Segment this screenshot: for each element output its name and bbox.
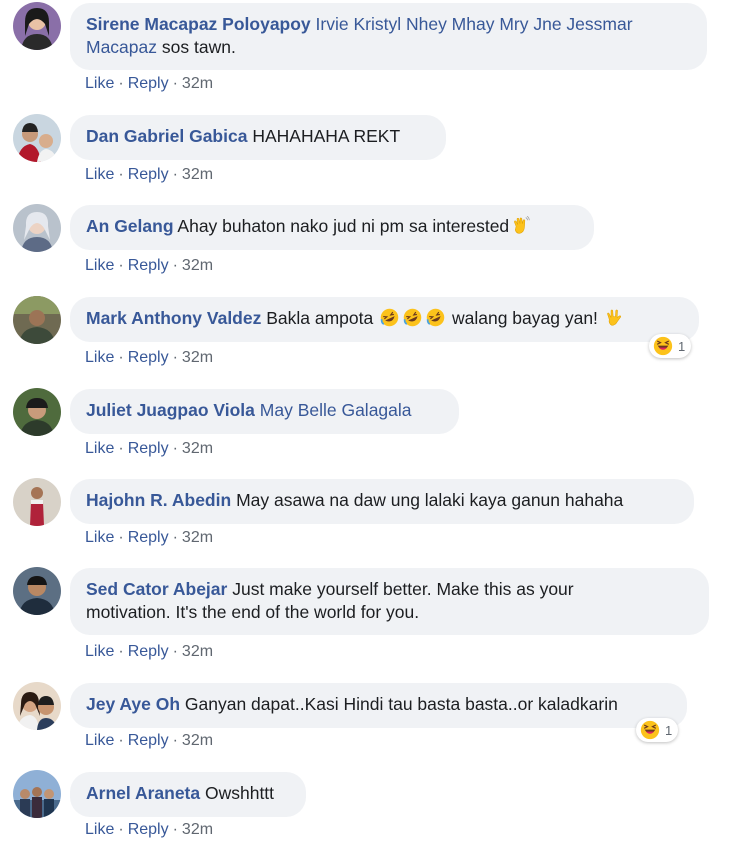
reaction-badge[interactable]: 1	[649, 334, 692, 358]
comment-text: May asawa na daw ung lalaki kaya ganun h…	[236, 490, 624, 510]
comment-actions: Like · Reply · 32m	[85, 821, 214, 838]
timestamp[interactable]: 32m	[182, 440, 213, 457]
timestamp[interactable]: 32m	[182, 75, 213, 92]
comment-bubble: Sirene Macapaz Poloyapoy Irvie Kristyl N…	[70, 3, 707, 70]
like-button[interactable]: Like	[85, 732, 114, 749]
author-name[interactable]: Dan Gabriel Gabica	[86, 126, 247, 146]
avatar[interactable]	[13, 388, 61, 436]
author-name[interactable]: Jey Aye Oh	[86, 694, 180, 714]
like-button[interactable]: Like	[85, 643, 114, 660]
comment-actions: Like · Reply · 32m	[85, 75, 214, 92]
timestamp[interactable]: 32m	[182, 643, 213, 660]
avatar[interactable]	[13, 204, 61, 252]
reaction-badge[interactable]: 1	[636, 718, 679, 742]
like-button[interactable]: Like	[85, 349, 114, 366]
comment-bubble: Jey Aye Oh Ganyan dapat..Kasi Hindi tau …	[70, 683, 687, 728]
comment-bubble: Arnel Araneta Owshhttt	[70, 772, 306, 817]
avatar[interactable]	[13, 478, 61, 526]
comment-text: Ganyan dapat..Kasi Hindi tau basta basta…	[184, 694, 618, 714]
comment-actions: Like · Reply · 32m	[85, 529, 214, 546]
rofl-emoji	[380, 308, 399, 327]
author-name[interactable]: Sirene Macapaz Poloyapoy	[86, 14, 311, 34]
comment-text: motivation. It's the end of the world fo…	[86, 602, 420, 622]
timestamp[interactable]: 32m	[182, 166, 213, 183]
rofl-emoji	[403, 308, 422, 327]
timestamp[interactable]: 32m	[182, 257, 213, 274]
comment-text: HAHAHAHA REKT	[252, 126, 401, 146]
reply-button[interactable]: Reply	[128, 732, 169, 749]
comment-bubble: Hajohn R. Abedin May asawa na daw ung la…	[70, 479, 694, 524]
author-name[interactable]: Arnel Araneta	[86, 783, 200, 803]
rofl-emoji	[426, 308, 445, 327]
comment-bubble: Sed Cator Abejar Just make yourself bett…	[70, 568, 709, 635]
comment-bubble: Mark Anthony Valdez Bakla ampota walang …	[70, 297, 699, 342]
haha-reaction-icon	[653, 336, 673, 356]
timestamp[interactable]: 32m	[182, 349, 213, 366]
reply-button[interactable]: Reply	[128, 529, 169, 546]
timestamp[interactable]: 32m	[182, 529, 213, 546]
reaction-count: 1	[665, 722, 673, 738]
like-button[interactable]: Like	[85, 440, 114, 457]
comment-bubble: Dan Gabriel Gabica HAHAHAHA REKT	[70, 115, 446, 160]
reply-button[interactable]: Reply	[128, 643, 169, 660]
avatar[interactable]	[13, 567, 61, 615]
reply-button[interactable]: Reply	[128, 257, 169, 274]
like-button[interactable]: Like	[85, 529, 114, 546]
waving-hand-emoji	[514, 216, 530, 234]
author-name[interactable]: Mark Anthony Valdez	[86, 308, 261, 328]
reply-button[interactable]: Reply	[128, 75, 169, 92]
comment-text: Just make yourself better. Make this as …	[232, 579, 574, 599]
comment-text: Ahay buhaton nako jud ni pm sa intereste…	[177, 216, 510, 236]
reaction-count: 1	[678, 338, 686, 354]
comment-actions: Like · Reply · 32m	[85, 732, 214, 749]
comment-actions: Like · Reply · 32m	[85, 349, 214, 366]
comment-text: walang bayag yan!	[447, 308, 603, 328]
like-button[interactable]: Like	[85, 75, 114, 92]
avatar[interactable]	[13, 2, 61, 50]
comment-actions: Like · Reply · 32m	[85, 643, 214, 660]
reply-button[interactable]: Reply	[128, 821, 169, 838]
reply-button[interactable]: Reply	[128, 349, 169, 366]
comment-actions: Like · Reply · 32m	[85, 166, 214, 183]
author-name[interactable]: An Gelang	[86, 216, 174, 236]
comment-text: sos tawn.	[157, 37, 236, 57]
avatar[interactable]	[13, 770, 61, 818]
like-button[interactable]: Like	[85, 257, 114, 274]
love-you-gesture-emoji	[607, 309, 621, 326]
tagged-user[interactable]: May Belle Galagala	[260, 400, 412, 420]
comment-text: Owshhttt	[204, 783, 275, 803]
author-name[interactable]: Hajohn R. Abedin	[86, 490, 231, 510]
like-button[interactable]: Like	[85, 821, 114, 838]
reply-button[interactable]: Reply	[128, 440, 169, 457]
timestamp[interactable]: 32m	[182, 732, 213, 749]
comment-bubble: Juliet Juagpao Viola May Belle Galagala	[70, 389, 459, 434]
author-name[interactable]: Sed Cator Abejar	[86, 579, 227, 599]
reply-button[interactable]: Reply	[128, 166, 169, 183]
avatar[interactable]	[13, 114, 61, 162]
timestamp[interactable]: 32m	[182, 821, 213, 838]
avatar[interactable]	[13, 296, 61, 344]
comment-bubble: An Gelang Ahay buhaton nako jud ni pm sa…	[70, 205, 594, 250]
like-button[interactable]: Like	[85, 166, 114, 183]
comment-actions: Like · Reply · 32m	[85, 440, 214, 457]
haha-reaction-icon	[640, 720, 660, 740]
avatar[interactable]	[13, 682, 61, 730]
comment-text: Bakla ampota	[266, 308, 379, 328]
author-name[interactable]: Juliet Juagpao Viola	[86, 400, 255, 420]
comment-actions: Like · Reply · 32m	[85, 257, 214, 274]
